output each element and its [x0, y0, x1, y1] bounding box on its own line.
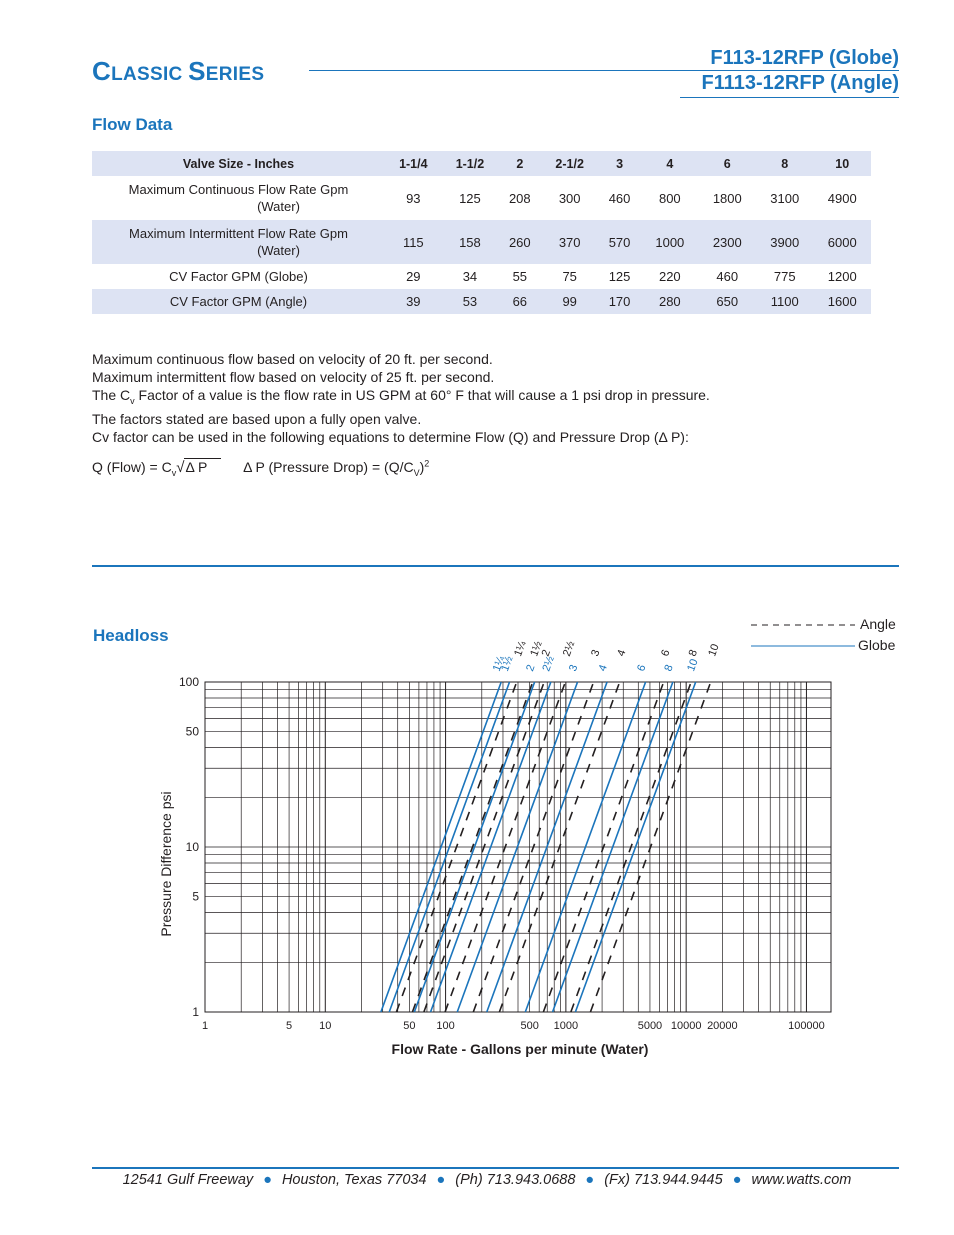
angle-series-label: 1¼	[512, 639, 529, 658]
y-tick-label: 100	[179, 675, 199, 689]
globe-series-label: 8	[662, 663, 675, 673]
globe-series-label: 10	[685, 657, 700, 673]
x-tick-label: 1	[202, 1020, 208, 1032]
x-tick-label: 100000	[788, 1020, 825, 1032]
angle-series-label: 6	[659, 648, 672, 658]
footer-rule	[92, 1167, 899, 1169]
x-tick-label: 100	[436, 1020, 454, 1032]
x-tick-label: 20000	[707, 1020, 738, 1032]
bullet-icon: ●	[436, 1172, 446, 1188]
x-tick-label: 500	[520, 1020, 538, 1032]
x-tick-label: 5000	[638, 1020, 662, 1032]
x-tick-label: 1000	[554, 1020, 578, 1032]
footer-city: Houston, Texas 77034	[281, 1172, 427, 1188]
x-axis-label: Flow Rate - Gallons per minute (Water)	[392, 1041, 649, 1057]
bullet-icon: ●	[732, 1172, 742, 1188]
chart-series-labels: 1¼1½ 2 2½ 3 4 6 8 101¼ 1½2 2½ 3 4 6 8 10	[491, 639, 722, 673]
bullet-icon: ●	[263, 1172, 272, 1188]
y-tick-labels: 1 5 10 50 100	[179, 675, 199, 1019]
x-tick-label: 5	[286, 1020, 292, 1032]
y-tick-label: 10	[186, 840, 200, 854]
x-tick-labels: 1 5 10 50 100 500 1000 5000 10000 20000 100000	[202, 1020, 825, 1032]
globe-series-label: 4	[597, 663, 610, 673]
y-tick-label: 50	[186, 725, 200, 739]
footer: 12541 Gulf Freeway ● Houston, Texas 77034 ●…	[92, 1172, 882, 1188]
x-tick-label: 50	[403, 1020, 415, 1032]
bullet-icon: ●	[585, 1172, 595, 1188]
headloss-chart: 1¼1½ 2 2½ 3 4 6 8 101¼ 1½2 2½ 3 4 6 8 10 1 5 10 50 100 500 1…	[158, 639, 832, 1057]
angle-series-label: 10	[706, 642, 721, 658]
globe-series-label: 3	[567, 663, 580, 673]
footer-website-link[interactable]: www.watts.com	[751, 1172, 851, 1188]
angle-series-label: 8	[687, 648, 700, 658]
y-tick-label: 1	[192, 1005, 199, 1019]
x-tick-label: 10000	[671, 1020, 702, 1032]
footer-fax: (Fx) 713.944.9445	[604, 1172, 723, 1188]
angle-series-label: 2	[540, 648, 553, 658]
footer-address: 12541 Gulf Freeway	[122, 1172, 254, 1188]
y-axis-label: Pressure Difference psi	[158, 791, 174, 936]
globe-series-label: 6	[635, 663, 648, 673]
angle-series-label: 4	[615, 648, 628, 658]
y-tick-label: 5	[192, 890, 199, 904]
x-tick-label: 10	[319, 1020, 331, 1032]
footer-phone: (Ph) 713.943.0688	[455, 1172, 576, 1188]
globe-series-label: 2	[524, 663, 537, 673]
angle-series-label: 2½	[561, 640, 578, 658]
angle-series-label: 3	[589, 648, 602, 658]
